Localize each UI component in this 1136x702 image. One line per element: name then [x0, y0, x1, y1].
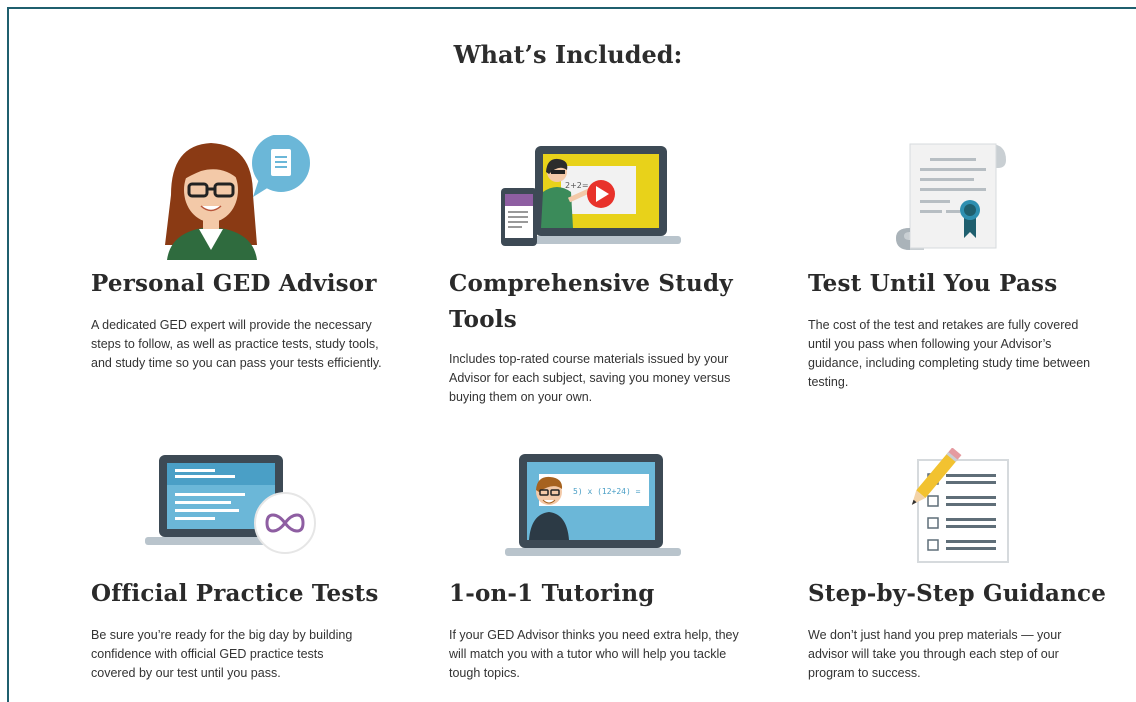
feature-card-study-tools: 2+2= Comprehensive Study Tools Includes … — [449, 130, 769, 420]
feature-card-test-until-pass: Test Until You Pass The cost of the test… — [808, 130, 1128, 400]
feature-card-guidance: Step-by-Step Guidance We don’t just hand… — [808, 448, 1128, 688]
svg-text:2+2=: 2+2= — [565, 181, 589, 190]
feature-card-practice-tests: Official Practice Tests Be sure you’re r… — [91, 448, 411, 688]
certificate-illustration — [896, 143, 1006, 250]
feature-description: A dedicated GED expert will provide the … — [91, 318, 382, 370]
feature-title: Comprehensive Study Tools — [449, 270, 733, 333]
feature-description: If your GED Advisor thinks you need extr… — [449, 628, 739, 680]
feature-description: The cost of the test and retakes are ful… — [808, 318, 1091, 389]
feature-description: Be sure you’re ready for the big day by … — [91, 628, 353, 680]
tutoring-illustration: 5) x (12+24) = — [505, 454, 681, 556]
practice-tests-illustration — [145, 455, 316, 554]
feature-title: Test Until You Pass — [808, 270, 1058, 297]
feature-title: 1-on-1 Tutoring — [449, 580, 655, 607]
feature-title: Official Practice Tests — [91, 580, 379, 607]
feature-card-tutoring: 5) x (12+24) = 1-on-1 Tutoring If your G… — [449, 448, 769, 688]
board-equation: 5) x (12+24) = — [573, 487, 641, 496]
study-tools-illustration: 2+2= — [501, 146, 681, 246]
page-title: What’s Included: — [453, 40, 683, 69]
advisor-illustration — [165, 135, 310, 260]
feature-description: Includes top-rated course materials issu… — [449, 352, 731, 404]
feature-card-advisor: Personal GED Advisor A dedicated GED exp… — [91, 130, 411, 400]
checklist-illustration — [911, 448, 1009, 563]
feature-title: Step-by-Step Guidance — [808, 580, 1107, 607]
feature-description: We don’t just hand you prep materials — … — [808, 628, 1062, 680]
feature-title: Personal GED Advisor — [91, 270, 377, 297]
